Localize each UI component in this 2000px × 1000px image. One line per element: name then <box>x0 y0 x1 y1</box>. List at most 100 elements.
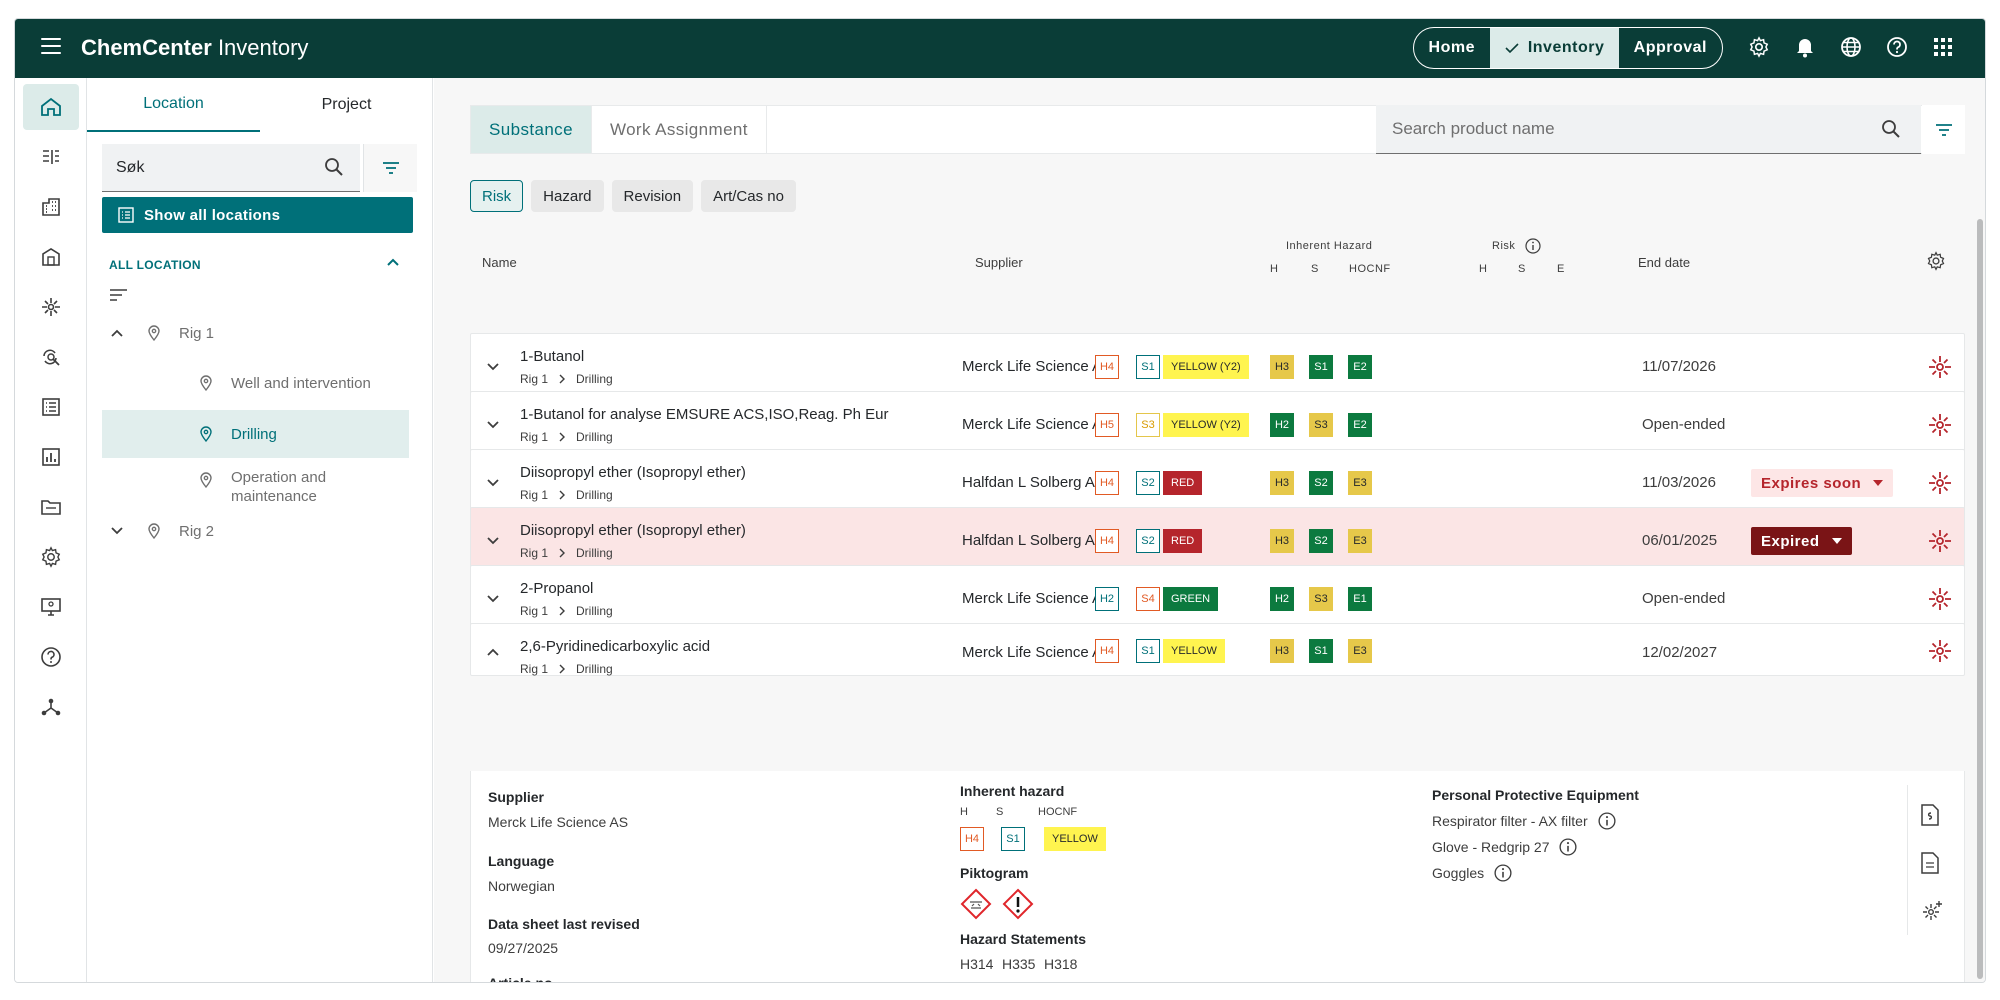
header-risk-e: E <box>1557 263 1565 275</box>
search-icon[interactable] <box>1881 119 1901 139</box>
tree-drilling[interactable]: Drilling <box>102 410 409 458</box>
product-filter-button[interactable] <box>1922 105 1965 154</box>
row-supplier: Halfdan L Solberg AS <box>962 532 1105 549</box>
rail-monitor[interactable] <box>23 584 79 630</box>
tab-project[interactable]: Project <box>260 78 433 132</box>
rail-list[interactable] <box>23 134 79 180</box>
settings-icon[interactable] <box>1745 33 1773 61</box>
table-settings-icon[interactable] <box>1926 251 1946 271</box>
row-product-name[interactable]: Diisopropyl ether (Isopropyl ether) <box>520 464 746 481</box>
hazard-action-icon[interactable] <box>1927 638 1953 664</box>
add-hazard-icon[interactable] <box>1920 899 1944 923</box>
hazard-action-icon[interactable] <box>1927 354 1953 380</box>
info-icon[interactable] <box>1559 838 1577 856</box>
info-icon[interactable] <box>1494 864 1512 882</box>
location-pin-icon <box>148 325 160 341</box>
chevron-down-icon[interactable] <box>483 530 503 550</box>
tree-rig1[interactable]: Rig 1 <box>109 318 214 348</box>
rail-search-refresh[interactable] <box>23 334 79 380</box>
chip-risk[interactable]: Risk <box>470 180 524 212</box>
row-product-name[interactable]: 1-Butanol for analyse EMSURE ACS,ISO,Rea… <box>520 406 889 423</box>
rail-folder[interactable] <box>23 484 79 530</box>
nav-home[interactable]: Home <box>1414 28 1490 68</box>
chip-art-cas[interactable]: Art/Cas no <box>701 180 796 212</box>
location-filter-button[interactable] <box>363 144 417 192</box>
product-search-input[interactable]: Search product name <box>1376 105 1921 154</box>
detail-ppe-label: Personal Protective Equipment <box>1432 787 1639 803</box>
rail-hazard[interactable] <box>23 284 79 330</box>
notifications-icon[interactable] <box>1791 33 1819 61</box>
chevron-down-icon[interactable] <box>483 472 503 492</box>
row-product-name[interactable]: 2-Propanol <box>520 580 593 597</box>
tree-operation-maintenance[interactable]: Operation and maintenance <box>199 468 326 512</box>
table-row[interactable]: Diisopropyl ether (Isopropyl ether) Rig … <box>470 449 1965 516</box>
help-circle-icon <box>41 647 61 667</box>
language-icon[interactable] <box>1837 33 1865 61</box>
row-product-name[interactable]: Diisopropyl ether (Isopropyl ether) <box>520 522 746 539</box>
chevron-up-icon[interactable] <box>483 642 503 662</box>
rail-network[interactable] <box>23 684 79 730</box>
help-icon[interactable] <box>1883 33 1911 61</box>
info-icon[interactable] <box>1597 812 1616 830</box>
document-report-icon[interactable] <box>1920 851 1940 875</box>
table-row[interactable]: 1-Butanol for analyse EMSURE ACS,ISO,Rea… <box>470 391 1965 458</box>
detail-tools <box>1907 785 1949 935</box>
row-product-name[interactable]: 1-Butanol <box>520 348 584 365</box>
detail-language-label: Language <box>488 853 555 869</box>
location-panel: Location Project Søk Show all locations … <box>87 78 433 982</box>
safety-data-sheet-icon[interactable] <box>1920 803 1940 827</box>
tree-rig2[interactable]: Rig 2 <box>109 516 214 546</box>
header-end-date: End date <box>1638 255 1691 270</box>
chip-hazard[interactable]: Hazard <box>531 180 604 212</box>
table-row[interactable]: Diisopropyl ether (Isopropyl ether) Rig … <box>470 507 1965 574</box>
menu-icon[interactable] <box>41 38 61 56</box>
hazard-action-icon[interactable] <box>1927 470 1953 496</box>
rail-help[interactable] <box>23 634 79 680</box>
chevron-down-icon[interactable] <box>483 588 503 608</box>
rail-home[interactable] <box>23 84 79 130</box>
location-search-input[interactable]: Søk <box>102 144 360 192</box>
table-row[interactable]: 1-Butanol Rig 1 Drilling Merck Life Scie… <box>470 333 1965 400</box>
row-location-breadcrumb: Rig 1 Drilling <box>520 488 613 502</box>
info-icon[interactable] <box>1525 238 1541 254</box>
search-icon[interactable] <box>324 157 344 177</box>
chevron-up-icon[interactable] <box>385 256 401 268</box>
tab-location[interactable]: Location <box>87 78 260 132</box>
rail-settings[interactable] <box>23 534 79 580</box>
expires-soon-button[interactable]: Expires soon <box>1751 469 1894 497</box>
hazard-action-icon[interactable] <box>1927 586 1953 612</box>
tree-well-intervention[interactable]: Well and intervention <box>199 368 371 398</box>
show-all-locations-button[interactable]: Show all locations <box>102 197 413 233</box>
chart-icon <box>42 448 60 466</box>
tab-work-assignment[interactable]: Work Assignment <box>592 106 767 153</box>
chevron-down-icon[interactable] <box>483 414 503 434</box>
row-product-name[interactable]: 2,6-Pyridinedicarboxylic acid <box>520 638 710 655</box>
rail-warehouse[interactable] <box>23 234 79 280</box>
nav-inventory[interactable]: Inventory <box>1489 28 1619 68</box>
table-row[interactable]: 2,6-Pyridinedicarboxylic acid Rig 1 Dril… <box>470 623 1965 676</box>
header-ih-h: H <box>1270 263 1279 275</box>
rail-document[interactable] <box>23 384 79 430</box>
scrollbar[interactable] <box>1977 219 1983 979</box>
expired-status-button[interactable]: Expired <box>1751 527 1852 555</box>
rail-building[interactable] <box>23 184 79 230</box>
nav-approval[interactable]: Approval <box>1619 28 1722 68</box>
sort-icon[interactable] <box>109 288 129 304</box>
header-risk-s: S <box>1518 263 1526 275</box>
apps-icon[interactable] <box>1929 33 1957 61</box>
hazard-action-icon[interactable] <box>1927 528 1953 554</box>
rail-reports[interactable] <box>23 434 79 480</box>
chevron-right-icon <box>559 548 566 558</box>
row-end-date: 11/07/2026 <box>1642 358 1716 375</box>
app-title: ChemCenter Inventory <box>81 35 308 61</box>
chevron-right-icon <box>559 664 566 674</box>
hazard-action-icon[interactable] <box>1927 412 1953 438</box>
hazard-icon <box>42 298 60 316</box>
inherent-h-badge: H4 <box>1095 471 1119 495</box>
chip-revision[interactable]: Revision <box>611 180 694 212</box>
tree-operation-text: Operation and maintenance <box>231 468 326 506</box>
chevron-down-icon[interactable] <box>483 356 503 376</box>
tab-substance[interactable]: Substance <box>471 106 592 153</box>
table-row[interactable]: 2-Propanol Rig 1 Drilling Merck Life Sci… <box>470 565 1965 632</box>
risk-s-badge: S2 <box>1309 529 1333 553</box>
